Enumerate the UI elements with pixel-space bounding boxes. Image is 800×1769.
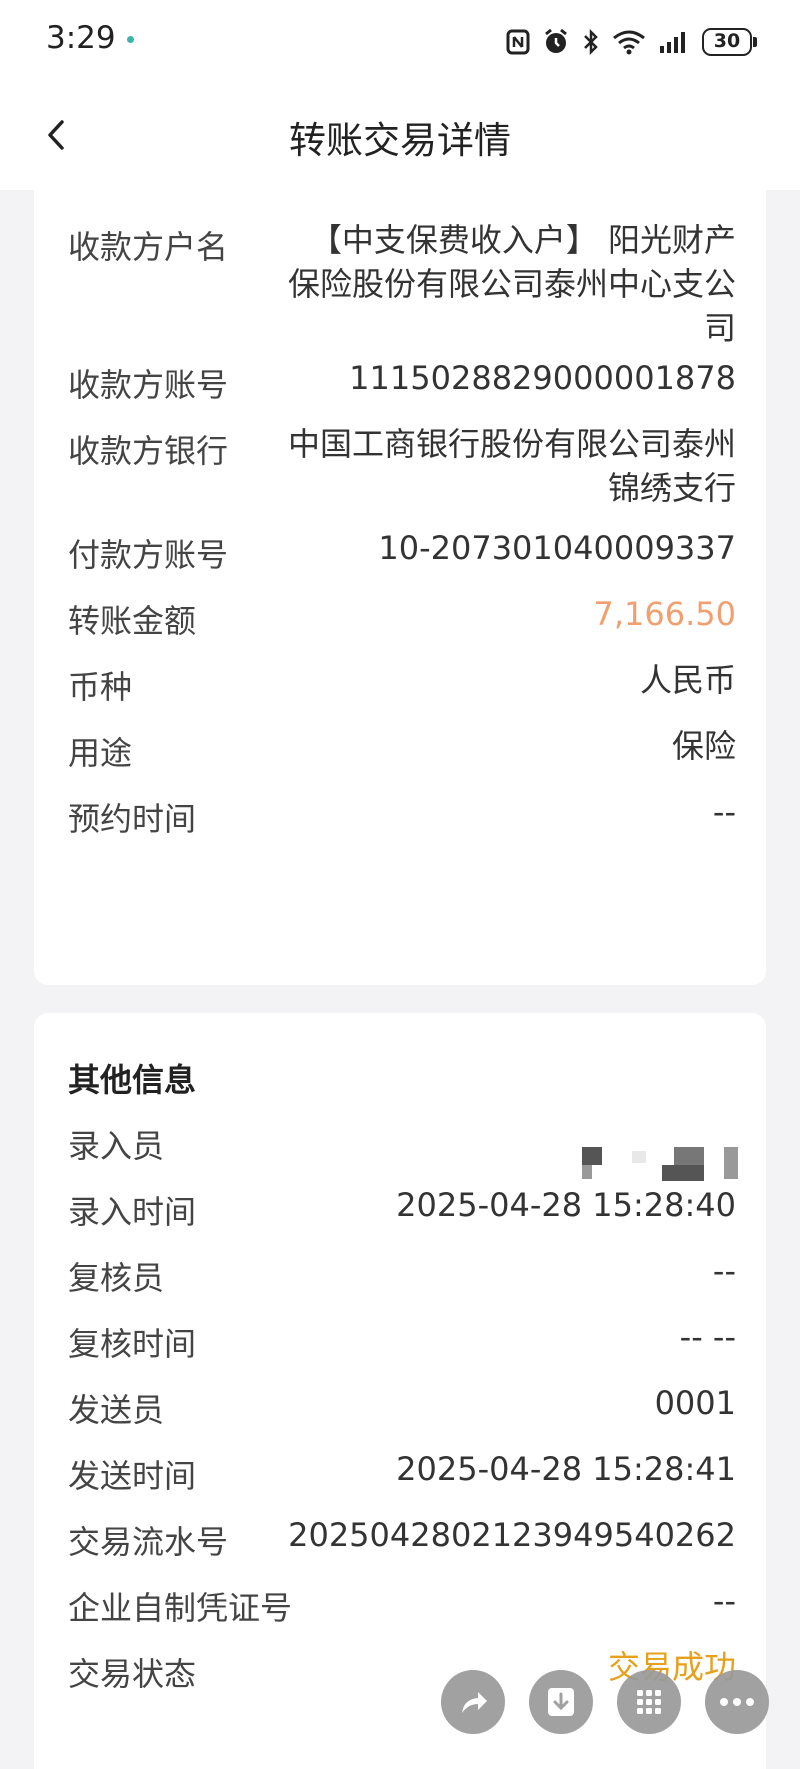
row-label: 发送时间 — [68, 1457, 197, 1495]
row-label: 预约时间 — [68, 800, 197, 838]
row-label: 企业自制凭证号 — [68, 1589, 293, 1627]
section-title: 其他信息 — [68, 1061, 197, 1099]
nfc-icon — [506, 29, 530, 55]
status-bar: 3:29 30 — [0, 0, 800, 80]
row-value: 【中支保费收入户】 阳光财产 保险股份有限公司泰州中心支公 司 — [287, 221, 736, 347]
row-label: 转账金额 — [68, 602, 197, 640]
row-value: 20250428021239495402​62 — [288, 1516, 736, 1554]
row-value: 保险 — [671, 727, 736, 765]
download-icon — [548, 1688, 574, 1716]
wifi-icon — [613, 30, 645, 55]
status-time: 3:29 — [46, 20, 116, 56]
row-label: 复核时间 — [68, 1325, 197, 1363]
row-label: 发送员 — [68, 1391, 165, 1429]
alarm-icon — [545, 28, 567, 53]
download-button[interactable] — [529, 1670, 593, 1734]
row-value: 0001 — [654, 1384, 736, 1422]
row-value: 10-207301040009337 — [378, 529, 736, 567]
amount-value: 7,166.50 — [593, 595, 737, 633]
signal-icon — [660, 32, 685, 53]
row-label: 录入时间 — [68, 1193, 197, 1231]
status-icons: 30 — [506, 24, 757, 60]
row-value: 人民币 — [639, 661, 736, 699]
battery-icon: 30 — [702, 28, 757, 56]
row-value: 2025-04-28 15:28:40 — [396, 1186, 736, 1224]
transfer-info-card: 转账信息 收款方户名 【中支保费收入户】 阳光财产 保险股份有限公司泰州中心支公… — [34, 170, 766, 985]
row-label: 收款方账号 — [68, 366, 229, 404]
share-icon — [462, 1692, 487, 1713]
row-label: 交易状态 — [68, 1655, 197, 1693]
row-label: 币种 — [68, 668, 133, 706]
row-value: 111502882900000187​8 — [349, 359, 736, 397]
row-label: 用途 — [68, 734, 133, 772]
row-value: -- -- — [679, 1318, 736, 1356]
more-icon — [720, 1698, 754, 1706]
grid-button[interactable] — [617, 1670, 681, 1734]
row-value: 中国工商银行股份有限公司泰州 锦绣支行 — [287, 425, 736, 507]
other-info-card: 其他信息 录入员 录入时间 2025-04-28 15:28:40 复核员 --… — [34, 1013, 766, 1769]
row-label: 收款方户名 — [68, 228, 229, 266]
row-label: 付款方账号 — [68, 536, 229, 574]
page-title: 转账交易详情 — [289, 119, 511, 162]
grid-icon — [637, 1690, 661, 1714]
bluetooth-icon — [584, 29, 598, 55]
row-label: 录入员 — [68, 1127, 165, 1165]
more-button[interactable] — [705, 1670, 769, 1734]
row-value: -- — [712, 1252, 736, 1290]
row-value: 2025-04-28 15:28:41 — [396, 1450, 736, 1488]
row-value: -- — [712, 793, 736, 831]
row-label: 收款方银行 — [68, 432, 229, 470]
row-label: 交易流水号 — [68, 1523, 229, 1561]
notification-dot-icon — [127, 36, 134, 43]
row-value: -- — [712, 1582, 736, 1620]
share-button[interactable] — [441, 1670, 505, 1734]
row-label: 复核员 — [68, 1259, 165, 1297]
